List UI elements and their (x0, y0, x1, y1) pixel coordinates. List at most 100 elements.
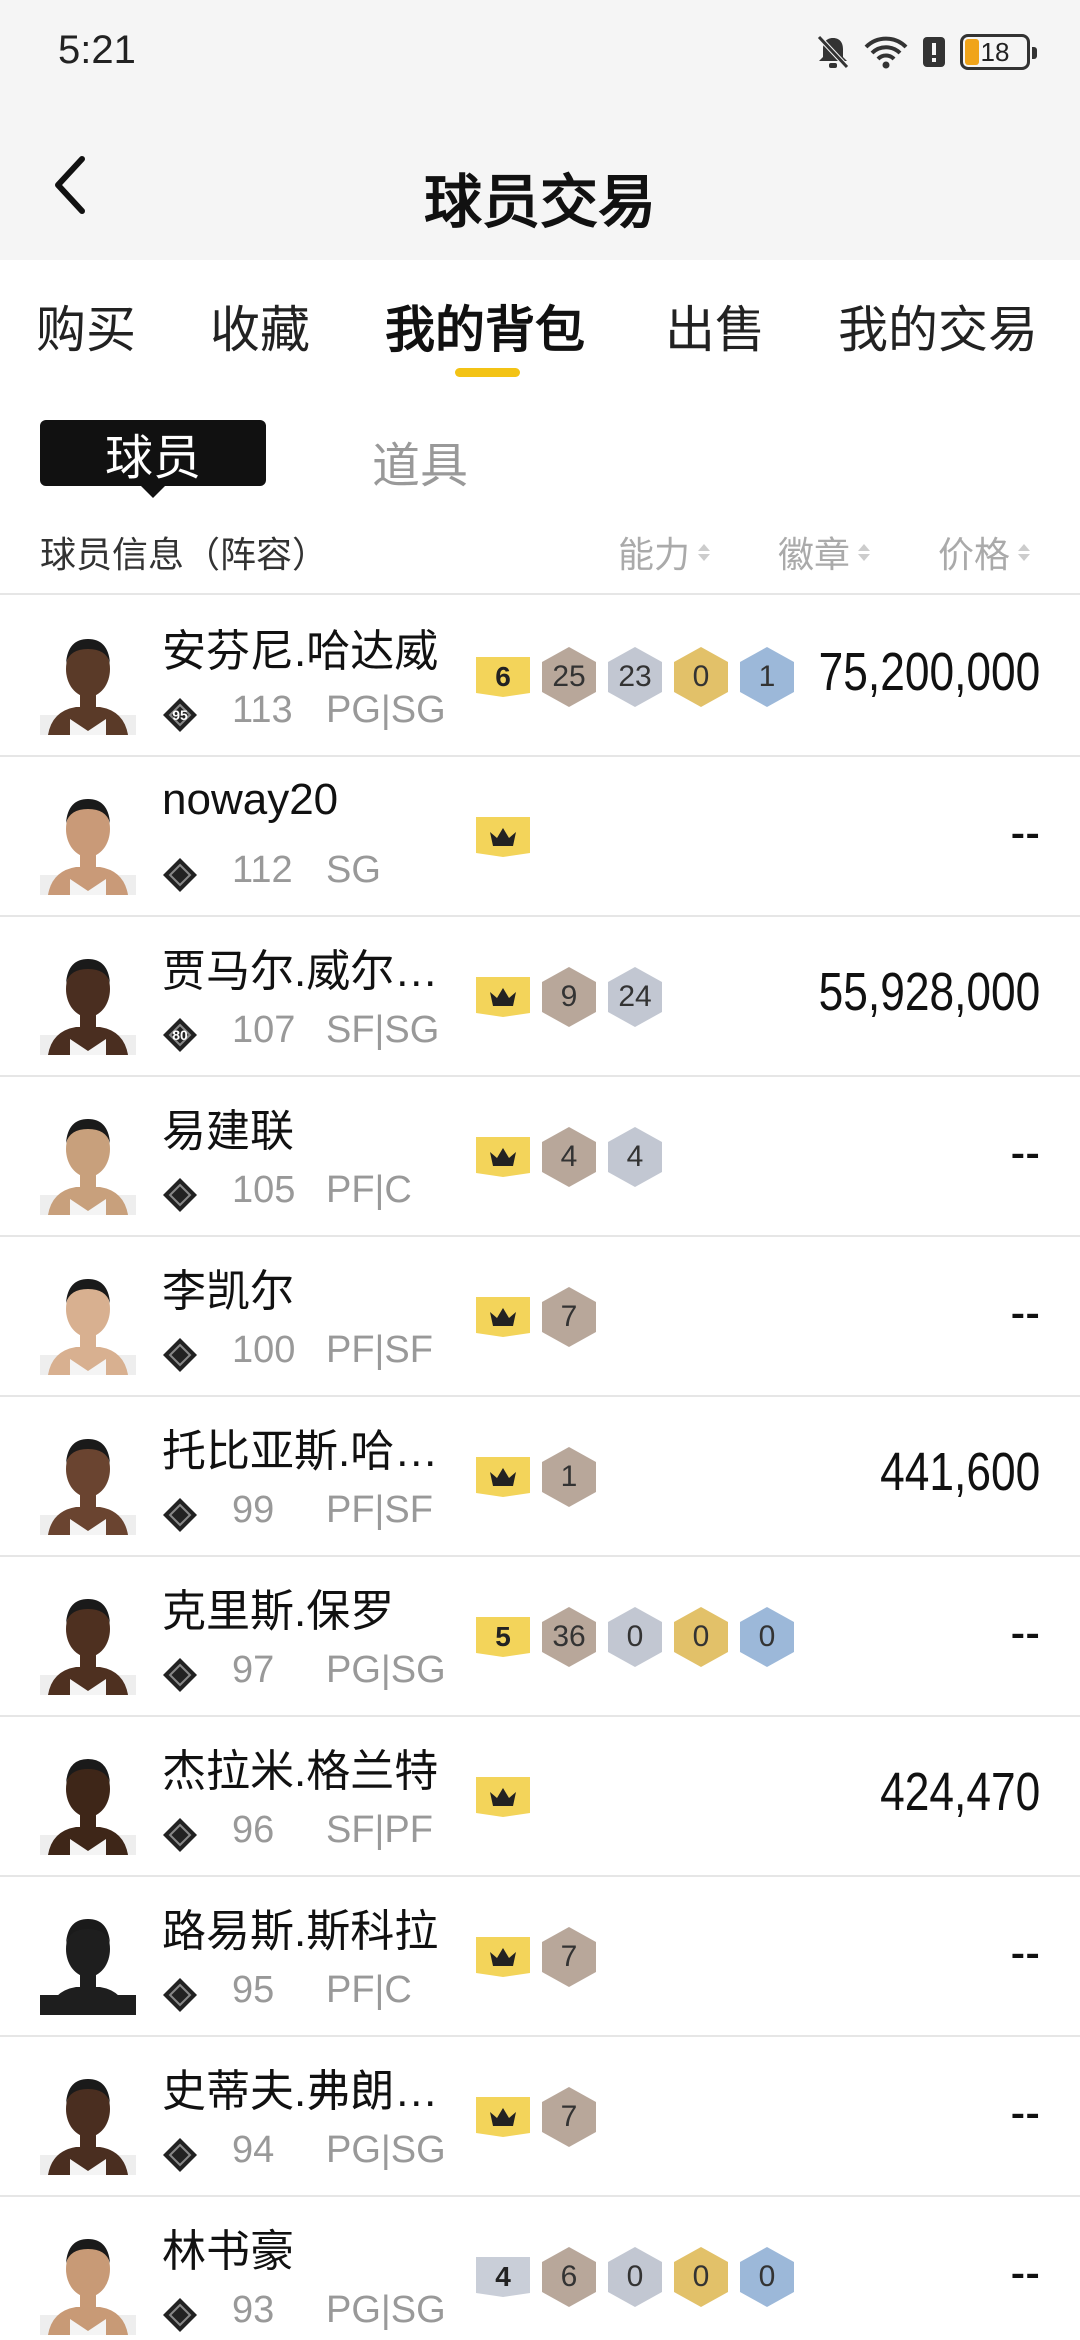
crown-icon (476, 2097, 530, 2137)
badge-count: 0 (608, 2247, 662, 2307)
crown-icon (490, 828, 516, 846)
badge-count: 7 (542, 2087, 596, 2147)
player-name: 史蒂夫.弗朗… (162, 2067, 439, 2116)
badge-count: 36 (542, 1607, 596, 1667)
badge-count: 0 (674, 647, 728, 707)
crown-icon (490, 2108, 516, 2126)
player-row[interactable]: noway20 112 SG -- (0, 757, 1080, 917)
badge-group: 46000 (476, 2247, 794, 2307)
sort-ability-button[interactable]: 能力 (618, 526, 711, 578)
bell-off-icon (817, 35, 849, 69)
badge-count: 23 (608, 647, 662, 707)
player-avatar (40, 639, 136, 735)
active-tab-indicator (455, 368, 520, 377)
player-row[interactable]: 贾马尔.威尔… 80 107 SF|SG 9 24 55,928,000 (0, 917, 1080, 1077)
player-price: 55,928,000 (818, 962, 1040, 1022)
crown-icon (476, 1137, 530, 1177)
player-avatar (40, 799, 136, 895)
badge-group: 44 (476, 1127, 662, 1187)
badge-count: 0 (740, 2247, 794, 2307)
player-avatar (40, 1279, 136, 1375)
level-badge: 4 (476, 2257, 530, 2297)
badge-count: 6 (542, 2247, 596, 2307)
tab-sell[interactable]: 出售 (665, 290, 765, 362)
player-row[interactable]: 杰拉米.格兰特 96 SF|PF 424,470 (0, 1717, 1080, 1877)
player-name: 李凯尔 (162, 1267, 294, 1316)
player-row[interactable]: 史蒂夫.弗朗… 94 PG|SG 7 -- (0, 2037, 1080, 2197)
badge-group: 7 (476, 2087, 596, 2147)
player-price: -- (1010, 802, 1040, 862)
sort-arrows-icon (858, 543, 871, 561)
player-position: PG|SG (326, 2289, 446, 2331)
player-price: -- (1010, 1922, 1040, 1982)
crown-icon (490, 1788, 516, 1806)
crown-icon (476, 1297, 530, 1337)
player-row[interactable]: 林书豪 93 PG|SG 46000 -- (0, 2197, 1080, 2340)
tier-number (162, 1657, 198, 1693)
crown-icon (476, 817, 530, 857)
badge-group: 9 24 (476, 967, 662, 1027)
battery-level: 18 (980, 36, 1010, 67)
player-list: 安芬尼.哈达威 95 113 PG|SG 6 25 23 0 1 75,200,000 … (0, 597, 1080, 2340)
tier-number: 95 (172, 707, 188, 723)
battery-icon: 18 (960, 34, 1037, 70)
tier-number (162, 2297, 198, 2333)
crown-icon (490, 1148, 516, 1166)
column-header: 球员信息（阵容） 能力 徽章 价格 (0, 510, 1080, 595)
player-rating: 94 (232, 2129, 275, 2171)
player-row[interactable]: 托比亚斯.哈… 99 PF|SF 1 441,600 (0, 1397, 1080, 1557)
tab-my-backpack[interactable]: 我的背包 (385, 290, 585, 362)
badge-count: 24 (608, 967, 662, 1027)
sort-arrows-icon (1018, 543, 1031, 561)
player-name: 克里斯.保罗 (162, 1587, 395, 1636)
tab-buy[interactable]: 购买 (36, 290, 136, 362)
player-avatar (40, 1599, 136, 1695)
column-badge-label: 徽章 (778, 534, 851, 575)
player-row[interactable]: 克里斯.保罗 97 PG|SG 5 36 0 0 0 -- (0, 1557, 1080, 1717)
sub-tabs: 球员 道具 (0, 400, 1080, 510)
badge-count: 7 (542, 1287, 596, 1347)
player-rating: 93 (232, 2289, 275, 2331)
player-row[interactable]: 李凯尔 100 PF|SF 7 -- (0, 1237, 1080, 1397)
player-row[interactable]: 路易斯.斯科拉 95 PF|C 7 -- (0, 1877, 1080, 2037)
player-name: 贾马尔.威尔… (162, 947, 439, 996)
tier-number (162, 1497, 198, 1533)
sort-price-button[interactable]: 价格 (938, 526, 1031, 578)
subtab-items[interactable]: 道具 (372, 426, 468, 496)
player-name: 路易斯.斯科拉 (162, 1907, 439, 1956)
player-price: -- (1010, 1282, 1040, 1342)
player-avatar (40, 1119, 136, 1215)
wifi-icon (864, 36, 908, 69)
tab-my-trades[interactable]: 我的交易 (838, 290, 1038, 362)
player-name: 杰拉米.格兰特 (162, 1747, 439, 1796)
tab-favorites[interactable]: 收藏 (210, 290, 310, 362)
subtab-players[interactable]: 球员 (40, 420, 266, 498)
status-bar: 5:21 18 (0, 0, 1080, 105)
player-price: 441,600 (879, 1442, 1040, 1502)
player-avatar (40, 2079, 136, 2175)
tier-number (162, 1977, 198, 2013)
tier-number (162, 1177, 198, 1213)
player-row[interactable]: 安芬尼.哈达威 95 113 PG|SG 6 25 23 0 1 75,200,000 (0, 597, 1080, 757)
player-rating: 105 (232, 1169, 296, 1211)
column-player-info: 球员信息（阵容） (40, 534, 329, 575)
tier-number (162, 2137, 198, 2173)
crown-icon (490, 1948, 516, 1966)
player-rating: 99 (232, 1489, 275, 1531)
badge-group: 6 25 23 0 1 (476, 647, 794, 707)
badge-count: 1 (740, 647, 794, 707)
player-name: 林书豪 (162, 2227, 294, 2276)
crown-icon (490, 988, 516, 1006)
badge-count: 4 (608, 1127, 662, 1187)
player-row[interactable]: 易建联 105 PF|C 44 -- (0, 1077, 1080, 1237)
player-name: 托比亚斯.哈… (162, 1427, 439, 1476)
tier-number: 80 (172, 1027, 188, 1043)
column-price-label: 价格 (938, 534, 1011, 575)
badge-count: 0 (608, 1607, 662, 1667)
player-price: -- (1010, 2242, 1040, 2302)
player-rating: 96 (232, 1809, 275, 1851)
player-rating: 112 (232, 849, 293, 891)
sort-badge-button[interactable]: 徽章 (778, 526, 871, 578)
player-position: PF|SF (326, 1329, 433, 1371)
crown-icon (476, 977, 530, 1017)
